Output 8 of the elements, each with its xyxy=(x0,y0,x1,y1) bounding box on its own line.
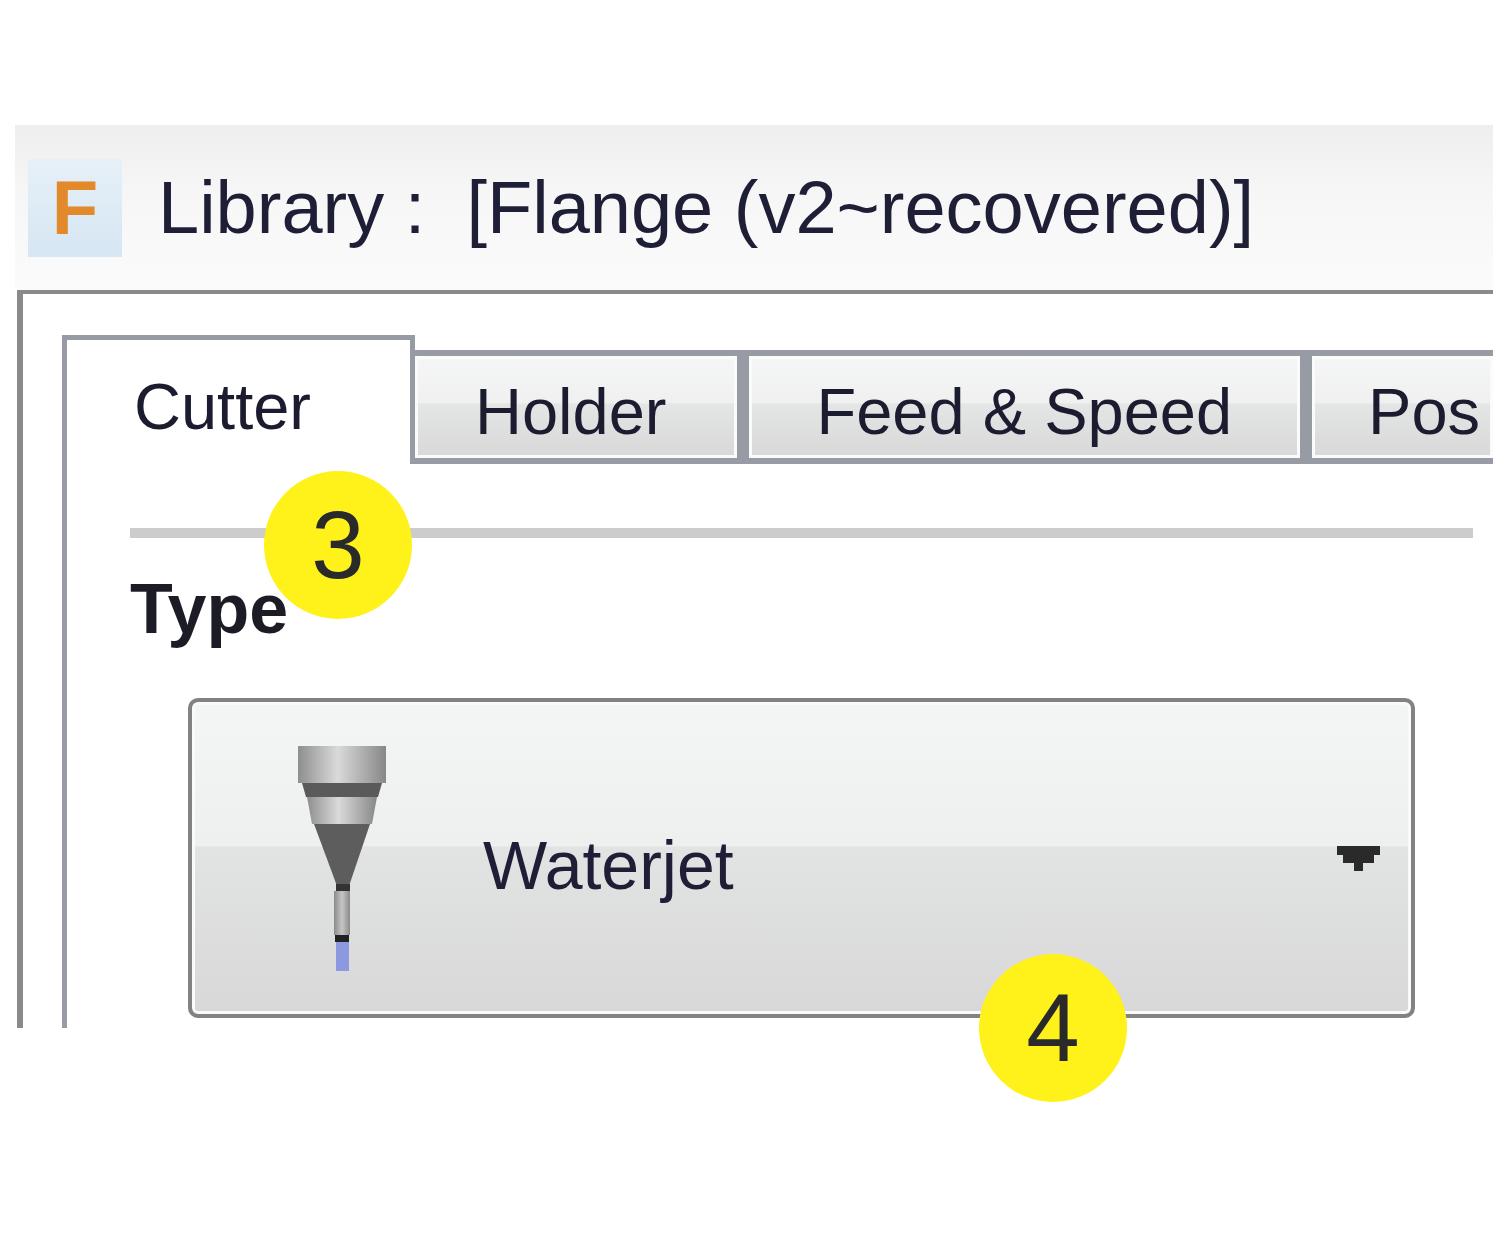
tab[interactable]: Holder xyxy=(415,350,743,464)
nozzle-icon xyxy=(298,745,386,971)
window-title: Library : [Flange (v2~recovered)] xyxy=(158,166,1255,249)
tab[interactable]: Cutter xyxy=(62,335,415,464)
app-logo: F xyxy=(28,158,122,257)
tab[interactable]: Feed & Speed xyxy=(742,350,1307,464)
tab[interactable]: Pos xyxy=(1306,350,1493,464)
caret-icon xyxy=(1337,845,1380,871)
